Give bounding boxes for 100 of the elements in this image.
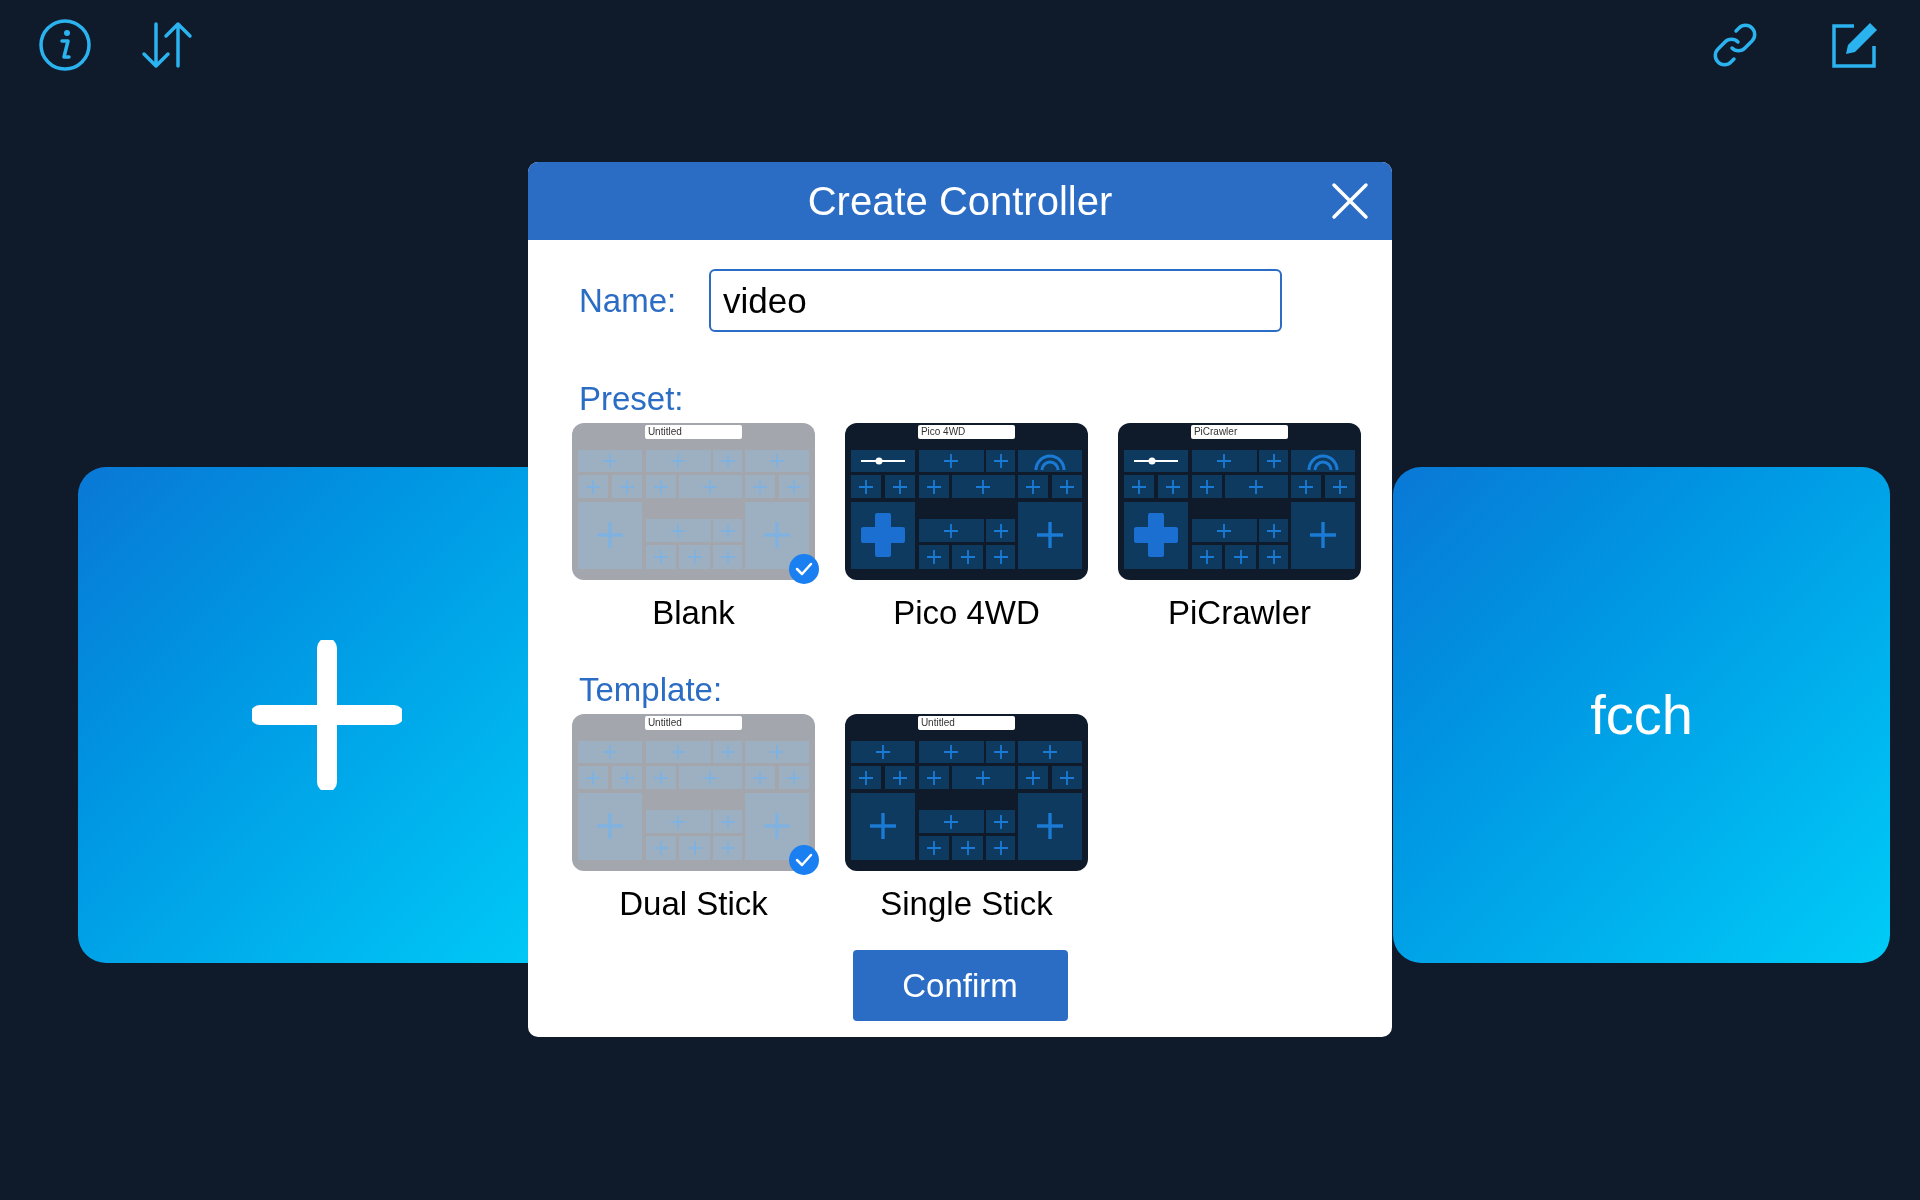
plus-icon	[870, 813, 897, 840]
plus-icon	[720, 523, 735, 538]
plus-icon	[720, 841, 735, 856]
section-label: Preset:	[578, 382, 685, 415]
plus-icon	[786, 770, 801, 785]
plus-icon	[993, 550, 1008, 565]
plus-icon	[769, 744, 784, 759]
plus-icon	[720, 814, 735, 829]
plus-icon	[1217, 453, 1232, 468]
plus-icon	[960, 841, 975, 856]
plus-icon	[597, 522, 624, 549]
section-label: Template:	[578, 673, 724, 706]
plus-icon	[620, 770, 635, 785]
plus-icon	[1266, 550, 1281, 565]
plus-icon	[1132, 479, 1147, 494]
plus-icon	[620, 479, 635, 494]
plus-icon	[993, 814, 1008, 829]
thumbnail-title: Pico 4WD	[917, 425, 1016, 439]
plus-icon	[763, 522, 790, 549]
plus-icon	[703, 479, 718, 494]
dpad-icon	[1134, 513, 1179, 558]
plus-icon	[976, 770, 991, 785]
plus-icon	[752, 770, 767, 785]
plus-icon	[1025, 479, 1040, 494]
info-icon[interactable]	[38, 18, 92, 72]
plus-icon	[1249, 479, 1264, 494]
plus-icon	[1059, 770, 1074, 785]
thumbnail-title: Untitled	[917, 716, 1016, 730]
plus-icon	[1298, 479, 1313, 494]
template-label: Pico 4WD	[893, 596, 1040, 629]
thumbnail-title: Untitled	[644, 425, 743, 439]
plus-icon	[1025, 770, 1040, 785]
plus-icon	[763, 813, 790, 840]
plus-icon	[1036, 813, 1063, 840]
plus-icon	[927, 770, 942, 785]
plus-icon	[944, 744, 959, 759]
plus-icon	[703, 770, 718, 785]
plus-icon	[1059, 479, 1074, 494]
slider-icon	[859, 456, 908, 465]
template-thumbnail[interactable]: PiCrawler	[1118, 423, 1361, 580]
plus-icon	[597, 813, 624, 840]
plus-icon	[1036, 522, 1063, 549]
plus-icon	[654, 841, 669, 856]
template-label: Dual Stick	[619, 887, 768, 920]
plus-icon	[671, 744, 686, 759]
plus-icon	[687, 841, 702, 856]
template-label: Blank	[652, 596, 735, 629]
thumbnail-title: PiCrawler	[1190, 425, 1289, 439]
plus-icon	[993, 453, 1008, 468]
plus-icon	[603, 453, 618, 468]
plus-icon	[1332, 479, 1347, 494]
plus-icon	[1266, 523, 1281, 538]
plus-icon	[859, 479, 874, 494]
plus-icon	[944, 453, 959, 468]
plus-icon	[654, 770, 669, 785]
plus-icon	[944, 814, 959, 829]
plus-icon	[927, 841, 942, 856]
link-icon[interactable]	[1712, 22, 1758, 68]
plus-icon	[876, 744, 891, 759]
plus-icon	[671, 453, 686, 468]
plus-icon	[654, 550, 669, 565]
plus-icon	[859, 770, 874, 785]
plus-icon	[752, 479, 767, 494]
plus-icon	[993, 523, 1008, 538]
plus-icon	[769, 453, 784, 468]
plus-icon	[786, 479, 801, 494]
slider-icon	[1132, 456, 1181, 465]
plus-icon	[586, 770, 601, 785]
template-label: Single Stick	[880, 887, 1053, 920]
template-thumbnail[interactable]: Pico 4WD	[845, 423, 1088, 580]
plus-icon	[1233, 550, 1248, 565]
edit-icon[interactable]	[1830, 20, 1880, 70]
plus-icon	[1309, 522, 1336, 549]
sort-icon[interactable]	[140, 20, 194, 70]
plus-icon	[654, 479, 669, 494]
plus-icon	[993, 841, 1008, 856]
confirm-button[interactable]: Confirm	[852, 950, 1068, 1021]
plus-icon	[720, 550, 735, 565]
plus-icon	[1266, 453, 1281, 468]
plus-icon	[671, 523, 686, 538]
name-input[interactable]: video	[709, 269, 1282, 332]
plus-icon	[1200, 479, 1215, 494]
plus-icon	[993, 744, 1008, 759]
plus-icon	[1217, 523, 1232, 538]
close-button[interactable]	[1330, 181, 1370, 221]
plus-icon	[893, 479, 908, 494]
plus-icon	[586, 479, 601, 494]
plus-icon	[1166, 479, 1181, 494]
plus-icon	[976, 479, 991, 494]
plus-icon	[251, 640, 402, 790]
template-thumbnail[interactable]: Untitled	[845, 714, 1088, 871]
name-label: Name:	[579, 280, 678, 321]
plus-icon	[927, 550, 942, 565]
plus-icon	[603, 744, 618, 759]
dpad-icon	[861, 513, 906, 558]
plus-icon	[893, 770, 908, 785]
plus-icon	[960, 550, 975, 565]
thumbnail-title: Untitled	[644, 716, 743, 730]
plus-icon	[671, 814, 686, 829]
plus-icon	[1042, 744, 1057, 759]
